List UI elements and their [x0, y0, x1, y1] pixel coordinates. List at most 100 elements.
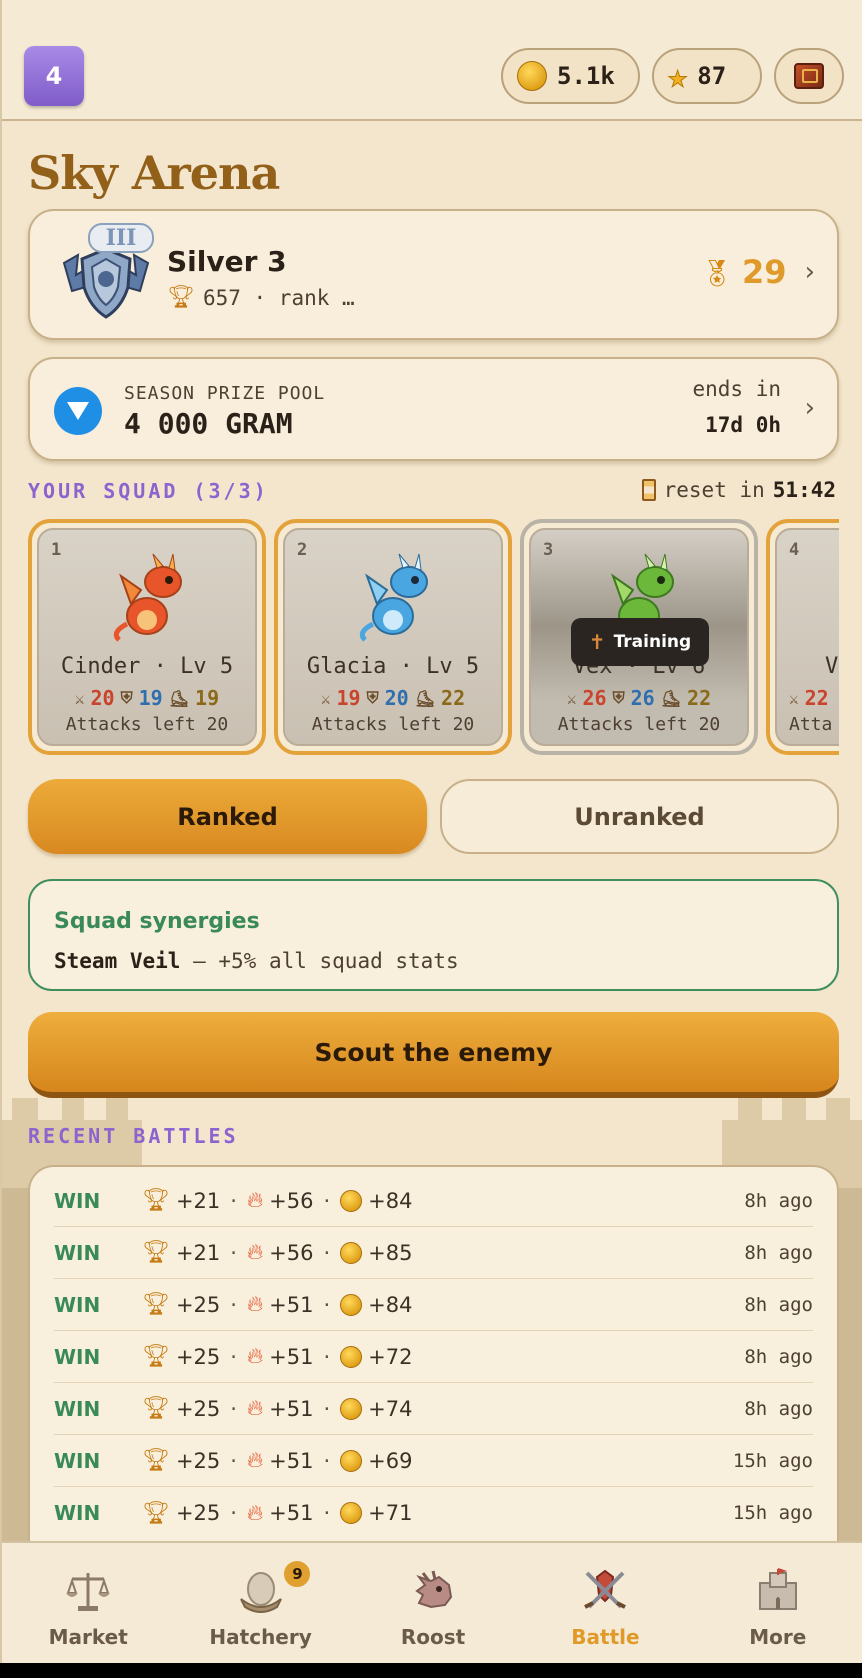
nav-label: Hatchery [209, 1625, 312, 1649]
battle-row[interactable]: WIN 🏆︎ +25 · 🔥︎ +51 · +74 8h ago [54, 1383, 813, 1435]
coin-amount: 5.1k [557, 62, 615, 90]
dragon-card[interactable]: 4 Ve ⚔22 Atta [766, 519, 839, 755]
coin-icon [517, 61, 547, 91]
trophy-icon: 🏆︎ [142, 1396, 170, 1421]
league-trophies: 🏆︎ 657 · rank … [167, 285, 355, 310]
dragon-stats: ⚔ 22 [777, 686, 839, 710]
nav-label: More [749, 1625, 807, 1649]
battle-time: 15h ago [732, 1502, 813, 1524]
player-level-badge[interactable]: 4 [24, 46, 84, 106]
attack-stat: 20 [90, 686, 115, 710]
trophy-icon: 🏆︎ [142, 1500, 170, 1526]
battle-row[interactable]: WIN 🏆︎ +21 · 🔥︎ +56 · +85 8h ago [54, 1227, 813, 1279]
coin-icon [340, 1293, 363, 1316]
squad-carousel[interactable]: 1 Cinder · Lv 5 ⚔ 20 ⛨ 19 ⛸ 19 Attacks left [28, 517, 839, 757]
fire-gain: +51 [269, 1396, 314, 1421]
attacks-left: Attacks left 20 [311, 714, 475, 735]
battle-row[interactable]: WIN 🏆︎ +25 · 🔥︎ +51 · +84 8h ago [54, 1279, 813, 1331]
coin-icon [340, 1189, 363, 1212]
trophy-icon: 🏆︎ [142, 1448, 170, 1473]
squad-synergies-card: Squad synergies Steam Veil — +5% all squ… [28, 879, 839, 991]
nav-market[interactable]: Market [2, 1543, 174, 1663]
coin-icon [340, 1502, 363, 1524]
attacks-left: Attacks left 20 [65, 714, 229, 735]
dragon-name: Glacia · Lv 5 [306, 654, 480, 679]
star-balance[interactable]: ★ 87 [652, 48, 762, 104]
battle-time: 8h ago [744, 1189, 813, 1212]
nav-label: Market [48, 1625, 128, 1649]
nav-hatchery[interactable]: 9 Hatchery [174, 1543, 346, 1663]
coin-balance[interactable]: 5.1k [501, 48, 640, 104]
ranked-mode-button[interactable]: Ranked [28, 779, 427, 854]
screen-bottom-edge [0, 1663, 862, 1678]
battle-row[interactable]: WIN 🏆︎ +25 · 🔥︎ +51 · +71 15h ago [54, 1487, 813, 1539]
chevron-right-icon: › [804, 393, 815, 423]
coin-gain: +84 [368, 1292, 413, 1317]
synergy-line: Steam Veil — +5% all squad stats [54, 949, 459, 973]
medal-icon: 🏅︎ [700, 259, 734, 289]
nav-label: Battle [571, 1625, 640, 1649]
battle-time: 8h ago [744, 1293, 813, 1316]
fire-gain: +56 [269, 1240, 314, 1265]
trophy-icon: 🏆︎ [142, 1344, 170, 1369]
slot-number: 3 [543, 540, 554, 560]
battle-row[interactable]: WIN 🏆︎ +25 · 🔥︎ +51 · +72 8h ago [54, 1331, 813, 1383]
training-dummy-icon: ✝ [588, 630, 606, 654]
fire-gain: +56 [269, 1188, 314, 1213]
battle-result: WIN [54, 1188, 101, 1213]
dragon-stats: ⚔ 20 ⛨ 19 ⛸ 19 [39, 686, 255, 710]
defense-stat: 20 [384, 686, 409, 710]
trophy-icon: 🏆︎ [142, 1240, 170, 1265]
dragon-card[interactable]: 2 Glacia · Lv 5 ⚔ 19 ⛨ 20 ⛸ 22 Attacks left [274, 519, 512, 755]
trophy-gain: +25 [175, 1501, 221, 1525]
chevron-right-icon: › [804, 257, 815, 287]
dragon-card[interactable]: 3 ✝ Training Vex · Lv 6 ⚔ 26 ⛨ 26 ⛸ 22 A… [520, 519, 758, 755]
battle-time: 15h ago [732, 1449, 813, 1472]
battle-row[interactable]: WIN 🏆︎ +25 · 🔥︎ +51 · +69 15h ago [54, 1435, 813, 1487]
coin-icon [340, 1241, 363, 1264]
fire-gain: +51 [269, 1448, 314, 1473]
dragon-head-icon [415, 1570, 453, 1609]
swords-icon: ⚔ [74, 688, 85, 708]
fire-icon: 🔥︎ [246, 1240, 264, 1265]
fire-icon: 🔥︎ [246, 1448, 264, 1473]
trophy-icon: 🏆︎ [142, 1292, 170, 1317]
nav-roost[interactable]: Roost [347, 1543, 519, 1663]
league-card[interactable]: III Silver 3 🏆︎ 657 · rank … 🏅︎ 29 › [28, 209, 839, 340]
trophy-gain: +25 [175, 1344, 221, 1369]
quest-book-button[interactable] [774, 48, 844, 104]
star-amount: 87 [697, 62, 727, 90]
fire-gain: +51 [269, 1501, 314, 1525]
hourglass-icon [641, 479, 656, 501]
attack-stat: 22 [804, 686, 829, 710]
crossed-swords-icon [584, 1569, 627, 1609]
coin-gain: +85 [368, 1240, 413, 1265]
fire-gain: +51 [269, 1344, 314, 1369]
nav-more[interactable]: More [692, 1543, 862, 1663]
swords-icon: ⚔ [789, 688, 799, 708]
trophy-gain: +21 [175, 1240, 221, 1265]
synergy-name: Steam Veil [54, 949, 181, 973]
nav-battle[interactable]: Battle [519, 1543, 691, 1663]
trophy-icon: 🏆︎ [167, 285, 195, 310]
hatchery-count-badge: 9 [282, 1559, 313, 1589]
coin-gain: +72 [368, 1344, 413, 1369]
season-ends-label: ends in [692, 377, 781, 401]
battle-time: 8h ago [744, 1241, 813, 1264]
slot-number: 4 [789, 540, 800, 560]
fire-icon: 🔥︎ [246, 1344, 264, 1369]
squad-heading: YOUR SQUAD (3/3) [28, 479, 269, 503]
fire-gain: +51 [269, 1292, 314, 1317]
dragon-name: Cinder · Lv 5 [60, 654, 234, 679]
scout-enemy-button[interactable]: Scout the enemy [28, 1012, 839, 1098]
season-prize-card[interactable]: SEASON PRIZE POOL 4 000 GRAM ends in 17d… [28, 357, 839, 461]
battle-time: 8h ago [744, 1397, 813, 1420]
prize-pool-value: 4 000 GRAM [124, 407, 293, 440]
defense-stat: 19 [138, 686, 163, 710]
dragon-stats: ⚔ 19 ⛨ 20 ⛸ 22 [285, 686, 501, 710]
unranked-mode-button[interactable]: Unranked [440, 779, 839, 854]
battle-row[interactable]: WIN 🏆︎ +21 · 🔥︎ +56 · +84 8h ago [54, 1175, 813, 1227]
egg-nest-icon [239, 1572, 282, 1613]
dragon-card[interactable]: 1 Cinder · Lv 5 ⚔ 20 ⛨ 19 ⛸ 19 Attacks left [28, 519, 266, 755]
synergies-title: Squad synergies [54, 909, 260, 934]
